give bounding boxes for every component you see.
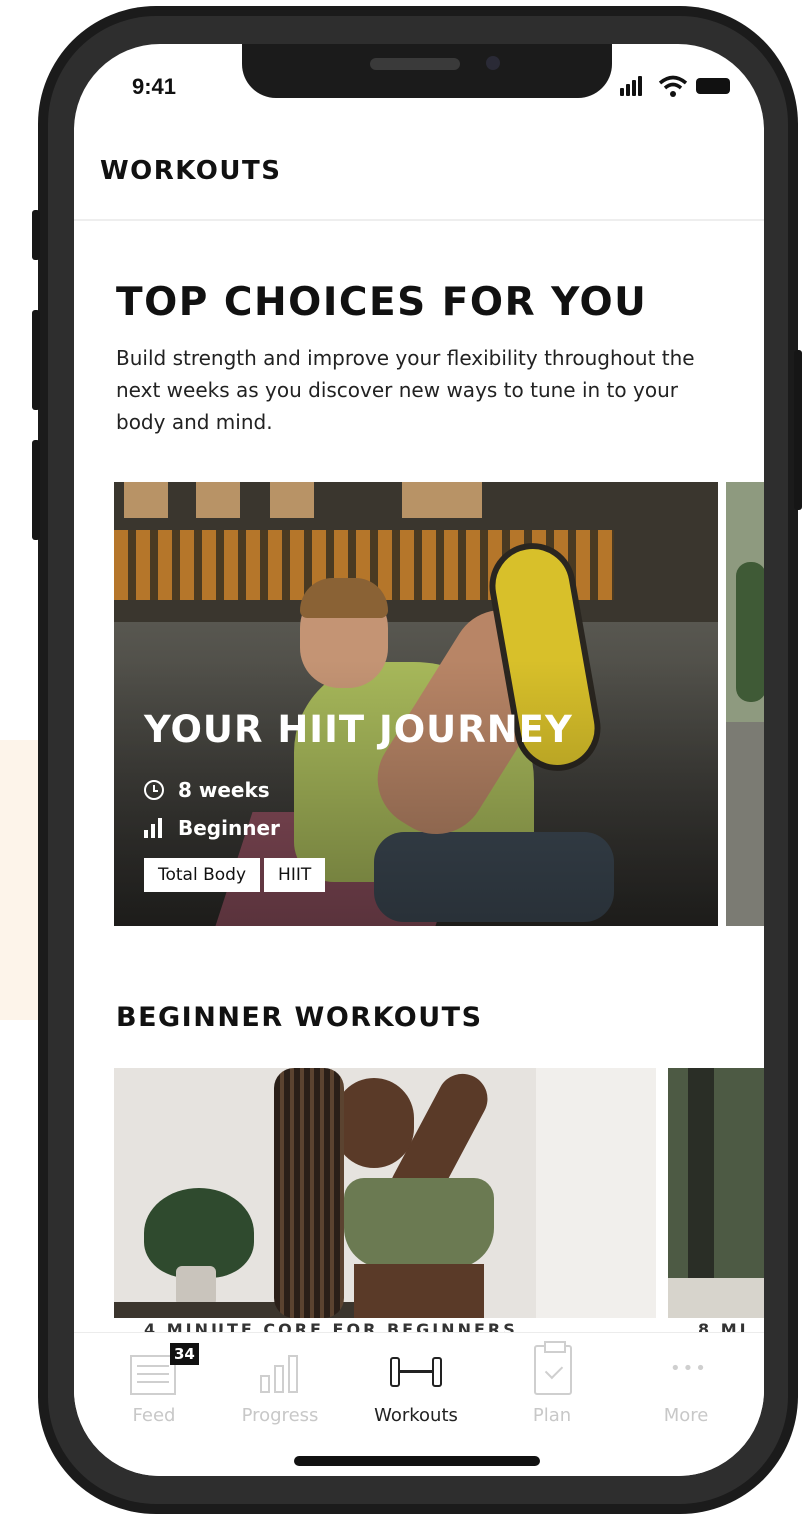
beginner-workout-card[interactable] [114,1068,656,1318]
clock-icon [144,780,164,800]
top-choices-description: Build strength and improve your flexibil… [116,346,695,434]
wall [536,1068,656,1318]
page-title: WORKOUTS [100,156,282,186]
status-time: 9:41 [132,74,177,99]
status-icons [620,74,730,98]
feed-icon-wrap: 34 [124,1343,199,1397]
dumbbell-icon-wrap [386,1343,446,1397]
power-button [794,350,802,510]
plan-icon-wrap [522,1341,582,1397]
peek-plant [736,562,764,702]
plant-pot [176,1266,216,1306]
phone-screen: 9:41 WORKOUTS TOP CHOICES FOR YOU Build … [74,44,764,1476]
home-indicator[interactable] [294,1456,540,1466]
hiit-journey-card[interactable]: YOUR HIIT JOURNEY 8 weeks Beginner Total… [114,482,718,926]
duration-row: 8 weeks [144,778,270,802]
header-divider [74,219,764,221]
volume-up-button [32,310,40,410]
front-camera [486,56,500,70]
hero-card-title: YOUR HIIT JOURNEY [144,708,573,751]
level-bars-icon [144,818,164,838]
tab-label-feed: Feed [132,1405,176,1426]
tab-feed[interactable]: 34 Feed [94,1339,214,1429]
tag-hiit: HIIT [264,858,326,892]
dumbbell-icon [390,1357,442,1387]
athlete-head [334,1078,414,1168]
tag-total-body: Total Body [144,858,261,892]
progress-icon [260,1353,300,1393]
tab-progress[interactable]: Progress [220,1339,340,1429]
tab-workouts[interactable]: Workouts [356,1339,476,1429]
tab-bar: 34 Feed Progress Workouts Plan ••• More [74,1332,764,1476]
progress-icon-wrap [250,1343,310,1397]
tab-label-more: More [663,1405,709,1426]
feed-badge: 34 [170,1343,199,1365]
level-text: Beginner [178,816,280,840]
level-row: Beginner [144,816,280,840]
tab-more[interactable]: ••• More [626,1339,746,1429]
speaker [370,58,460,70]
bench [668,1278,764,1318]
tab-label-workouts: Workouts [374,1405,458,1426]
volume-down-button [32,440,40,540]
more-icon-wrap: ••• [656,1343,716,1397]
tab-label-progress: Progress [241,1405,319,1426]
tag-list: Total Body HIIT [144,858,326,892]
next-program-card-peek[interactable] [726,482,764,926]
athlete-waist [354,1264,484,1318]
athlete-braids [274,1068,344,1318]
top-choices-heading: TOP CHOICES FOR YOU [116,280,648,325]
clipboard-icon [534,1341,572,1395]
battery-icon [696,78,730,94]
mute-switch [32,210,40,260]
wifi-icon [658,74,688,98]
athlete-top [344,1178,494,1268]
signal-icon [620,74,648,98]
peek-floor [726,722,764,926]
next-workout-card-peek[interactable] [668,1068,764,1318]
notch [242,44,612,98]
tab-label-plan: Plan [532,1405,572,1426]
tab-plan[interactable]: Plan [492,1339,612,1429]
plant [144,1188,254,1278]
duration-text: 8 weeks [178,778,270,802]
more-icon: ••• [670,1358,708,1379]
beginner-workouts-heading: BEGINNER WORKOUTS [116,1002,483,1033]
